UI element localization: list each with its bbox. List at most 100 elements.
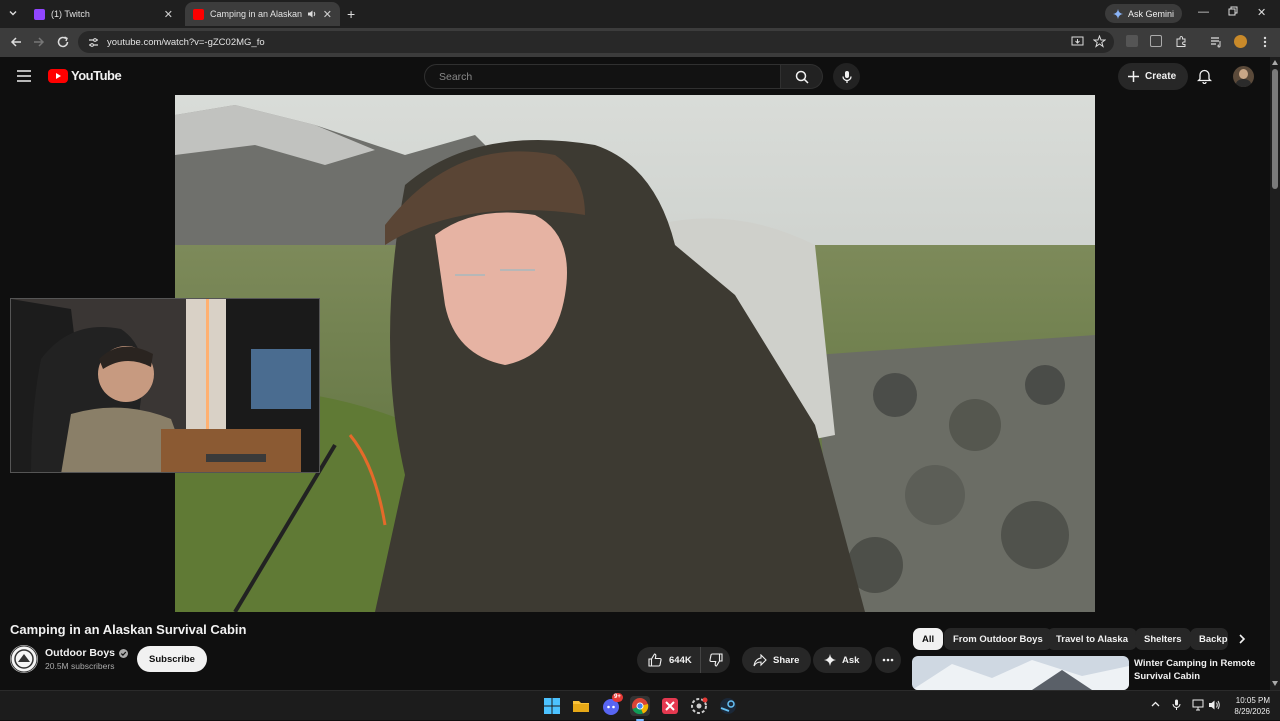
url-text: youtube.com/watch?v=-gZC02MG_fo: [107, 36, 265, 48]
youtube-header: YouTube Search Create: [0, 57, 1280, 95]
taskbar-clock[interactable]: 10:05 PM 8/29/2026: [1222, 695, 1270, 717]
streamer-webcam-overlay: [10, 298, 320, 473]
clock-date: 8/29/2026: [1234, 707, 1270, 716]
recommended-video-thumbnail[interactable]: [912, 656, 1129, 690]
create-button[interactable]: Create: [1118, 63, 1189, 90]
page-scrollbar[interactable]: [1270, 57, 1280, 690]
recommended-video-title[interactable]: Winter Camping in Remote Survival Cabin: [1134, 657, 1264, 683]
extension-2-icon[interactable]: [1150, 35, 1164, 49]
discord-notification-badge: 9+: [612, 693, 623, 702]
minimize-icon[interactable]: —: [1198, 6, 1209, 18]
show-hidden-icons-chevron-icon[interactable]: [1151, 700, 1160, 709]
tab-twitch-label: (1) Twitch: [51, 9, 90, 19]
chip-travel-to-alaska[interactable]: Travel to Alaska: [1047, 628, 1137, 650]
address-bar[interactable]: youtube.com/watch?v=-gZC02MG_fo: [78, 31, 1114, 53]
back-icon[interactable]: [9, 35, 23, 49]
guide-menu-icon[interactable]: [17, 70, 31, 82]
verified-badge-icon: [119, 648, 128, 658]
youtube-play-logo-icon: [48, 68, 68, 83]
browser-menu-icon[interactable]: [1259, 35, 1273, 49]
audio-playing-icon[interactable]: [307, 9, 317, 19]
extension-1-icon[interactable]: [1126, 35, 1140, 49]
chrome-icon[interactable]: [630, 696, 650, 721]
site-info-icon[interactable]: [88, 37, 99, 48]
gemini-sparkle-icon: [1113, 8, 1123, 19]
video-title: Camping in an Alaskan Survival Cabin: [10, 622, 247, 637]
search-placeholder: Search: [439, 70, 473, 83]
search-button[interactable]: [781, 64, 823, 89]
microphone-tray-icon[interactable]: [1172, 699, 1181, 711]
chip-shelters[interactable]: Shelters: [1135, 628, 1191, 650]
browser-tab-strip: (1) Twitch ✕ Camping in an Alaskan Surv …: [0, 0, 1280, 28]
ask-gemini-label: Ask Gemini: [1128, 8, 1175, 19]
channel-name[interactable]: Outdoor Boys: [45, 647, 115, 659]
like-count: 644K: [669, 654, 692, 666]
windows-start-icon[interactable]: [542, 696, 562, 716]
close-tab-icon[interactable]: ✕: [164, 8, 173, 21]
x-app-icon[interactable]: [660, 696, 680, 716]
volume-tray-icon[interactable]: [1208, 699, 1221, 711]
app-settings-icon[interactable]: [689, 696, 709, 716]
close-window-icon[interactable]: ✕: [1257, 6, 1266, 19]
search-icon: [795, 70, 809, 84]
scrollbar-thumb[interactable]: [1272, 69, 1278, 189]
chip-from-outdoor-boys[interactable]: From Outdoor Boys: [944, 628, 1052, 650]
thumbs-up-icon: [648, 653, 662, 667]
scroll-up-arrow-icon[interactable]: [1272, 60, 1278, 65]
tab-youtube-label: Camping in an Alaskan Surv: [210, 9, 303, 19]
subscriber-count: 20.5M subscribers: [45, 661, 115, 671]
ask-sparkle-icon: [824, 654, 836, 666]
youtube-favicon-icon: [193, 8, 204, 20]
share-arrow-icon: [753, 653, 767, 666]
scroll-down-arrow-icon[interactable]: [1272, 681, 1278, 686]
outdoor-boys-logo-icon: [10, 645, 38, 673]
file-explorer-icon[interactable]: [571, 696, 591, 716]
extensions-puzzle-icon[interactable]: [1175, 35, 1189, 49]
share-label: Share: [773, 654, 800, 666]
clock-time: 10:05 PM: [1235, 696, 1270, 705]
subscribe-button[interactable]: Subscribe: [137, 646, 207, 672]
search-input[interactable]: Search: [424, 64, 781, 89]
windows-taskbar: 9+ 10:05 PM 8/29/2026: [0, 690, 1280, 721]
profile-avatar-icon[interactable]: [1234, 35, 1248, 49]
like-button[interactable]: 644K: [637, 647, 701, 673]
tab-search-dropdown-icon[interactable]: [8, 8, 18, 18]
tab-twitch[interactable]: (1) Twitch ✕: [26, 2, 181, 26]
forward-icon[interactable]: [32, 35, 46, 49]
tab-youtube[interactable]: Camping in an Alaskan Surv ✕: [185, 2, 340, 26]
discord-icon[interactable]: 9+: [601, 693, 623, 716]
thumbnail-image: [912, 656, 1129, 690]
reload-icon[interactable]: [56, 35, 70, 49]
notifications-bell-icon[interactable]: [1197, 68, 1212, 84]
create-label: Create: [1145, 71, 1177, 82]
like-dislike-group: 644K: [637, 647, 730, 673]
browser-toolbar: youtube.com/watch?v=-gZC02MG_fo: [0, 28, 1280, 57]
ask-gemini-button[interactable]: Ask Gemini: [1105, 4, 1183, 23]
account-avatar[interactable]: [1233, 66, 1254, 87]
channel-name-row[interactable]: Outdoor Boys: [45, 647, 128, 659]
network-tray-icon[interactable]: [1192, 699, 1204, 711]
voice-search-button[interactable]: [833, 63, 860, 90]
youtube-logo[interactable]: YouTube: [48, 68, 122, 83]
chips-next-chevron-icon[interactable]: [1237, 633, 1247, 645]
chip-all[interactable]: All: [913, 628, 944, 650]
chip-backpacking[interactable]: Backp: [1190, 628, 1228, 650]
restore-icon[interactable]: [1228, 6, 1238, 16]
close-tab-icon[interactable]: ✕: [323, 8, 332, 21]
webcam-image: [11, 299, 319, 472]
dislike-button[interactable]: [701, 647, 730, 673]
bookmark-star-icon[interactable]: [1093, 35, 1107, 49]
thumbs-down-icon: [708, 653, 723, 667]
ask-button[interactable]: Ask: [813, 647, 873, 673]
install-app-icon[interactable]: [1071, 35, 1085, 49]
media-controls-icon[interactable]: [1210, 35, 1224, 49]
twitch-favicon-icon: [34, 8, 45, 20]
channel-avatar[interactable]: [10, 645, 38, 673]
new-tab-icon[interactable]: +: [347, 6, 355, 22]
youtube-logo-text: YouTube: [71, 68, 122, 83]
steam-icon[interactable]: [718, 696, 738, 716]
microphone-icon: [841, 70, 852, 83]
share-button[interactable]: Share: [742, 647, 812, 673]
more-horizontal-icon: [882, 658, 894, 662]
more-actions-button[interactable]: [875, 647, 901, 673]
